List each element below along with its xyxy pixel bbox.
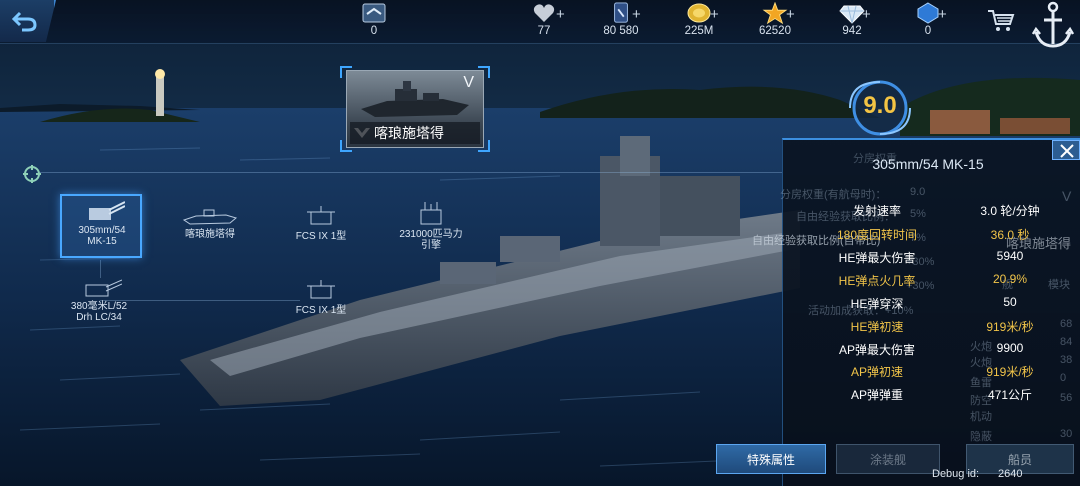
ghost-side-label: 隐蔽 <box>970 431 992 443</box>
fire-control-icon <box>307 280 335 299</box>
ghost-weight-value: 9.0 <box>910 186 926 198</box>
fire-control-icon <box>307 206 335 225</box>
close-icon <box>1060 144 1074 158</box>
stat-value: 20.9% <box>992 272 1028 286</box>
panel-title: 305mm/54 MK-15 <box>872 156 984 172</box>
card-value: 80 580 <box>603 25 639 37</box>
star-value: 62520 <box>759 25 791 37</box>
close-panel-button[interactable] <box>1052 140 1080 160</box>
stat-label: AP弹初速 <box>850 365 903 379</box>
rank-badge-icon <box>362 3 386 23</box>
module-fcs-top[interactable]: FCS IX 1型 <box>286 204 356 242</box>
module-label: 380毫米L/52 Drh LC/34 <box>70 301 128 323</box>
heart-plus-icon[interactable]: + <box>556 6 565 23</box>
module-label: 305mm/54 MK-15 <box>78 225 126 247</box>
module-label: 喀琅施塔得 <box>185 229 235 240</box>
module-label: 231000匹马力 引擎 <box>399 229 463 251</box>
module-gun-305[interactable]: 305mm/54 MK-15 <box>60 194 142 258</box>
stat-value: 919米/秒 <box>986 365 1034 379</box>
anchor-icon <box>1031 1 1075 48</box>
ship-score: 9.0 <box>842 78 918 138</box>
gem-plus-icon[interactable]: + <box>938 6 947 23</box>
module-label: FCS IX 1型 <box>295 231 347 242</box>
stat-label: 发射速率 <box>852 204 901 218</box>
rank-stat: 0 <box>352 2 396 42</box>
coin-value: 225M <box>684 25 714 37</box>
stat-value: 50 <box>1003 295 1017 309</box>
shop-cart-button[interactable] <box>986 8 1016 39</box>
star-plus-icon[interactable]: + <box>786 6 795 23</box>
crosshair-icon[interactable] <box>22 164 42 184</box>
stat-row: HE弹初速 919米/秒 <box>782 318 1080 340</box>
gem-value: 0 <box>924 25 932 37</box>
tab-paint[interactable]: 涂装舰 <box>836 444 940 474</box>
stat-row: AP弹弹重 471公斤 <box>782 386 1080 408</box>
stat-value: 471公斤 <box>987 388 1033 402</box>
port-anchor-button[interactable] <box>1030 0 1076 57</box>
gem-icon <box>917 2 939 24</box>
star-icon <box>762 2 788 24</box>
stat-value: 9900 <box>996 341 1024 355</box>
module-fcs-bottom[interactable]: FCS IX 1型 <box>286 278 356 316</box>
debug-label: Debug id: <box>932 468 980 480</box>
ghost-side-label: 机动 <box>970 411 992 423</box>
module-hull[interactable]: 喀琅施塔得 <box>178 206 242 240</box>
tab-special-attributes[interactable]: 特殊属性 <box>716 444 826 474</box>
heart-value: 77 <box>537 25 551 37</box>
coin-plus-icon[interactable]: + <box>710 6 719 23</box>
module-gun-380[interactable]: 380毫米L/52 Drh LC/34 <box>62 276 136 323</box>
stat-label: HE弹初速 <box>850 320 904 334</box>
stat-value: 919米/秒 <box>986 320 1034 334</box>
stat-value: 5940 <box>996 249 1024 263</box>
stat-row: HE弹最大伤害 5940 <box>782 249 1080 271</box>
score-value: 9.0 <box>863 92 897 119</box>
stat-value: 3.0 轮/分钟 <box>980 204 1040 218</box>
ship-tier: V <box>463 74 474 91</box>
stat-row: AP弹初速 919米/秒 <box>782 363 1080 385</box>
ghost-weight-label: 分房权重(有航母时)： <box>780 189 887 201</box>
stat-row: HE弹穿深 50 <box>782 295 1080 317</box>
stat-label: 180度回转时间 <box>836 228 918 242</box>
stat-label: AP弹弹重 <box>850 388 903 402</box>
stat-label: HE弹点火几率 <box>838 274 916 288</box>
rank-value: 0 <box>370 25 378 37</box>
diamond-plus-icon[interactable]: + <box>862 6 871 23</box>
card-icon <box>614 2 628 23</box>
heart-icon <box>533 4 555 22</box>
module-label: FCS IX 1型 <box>295 305 347 316</box>
ghost-side-num: 30 <box>1060 428 1073 440</box>
coin-icon <box>687 3 711 23</box>
stat-row: AP弹最大伤害 9900 <box>782 341 1080 363</box>
ship-name: 喀琅施塔得 <box>350 122 480 144</box>
tree-divider <box>40 172 782 173</box>
stat-row: 180度回转时间 36.0 秒 <box>782 226 1080 248</box>
diamond-value: 942 <box>842 25 862 37</box>
ship-card[interactable]: V 喀琅施塔得 <box>340 66 490 152</box>
module-engine[interactable]: 231000匹马力 引擎 <box>392 200 470 251</box>
stat-row: HE弹点火几率 20.9% <box>782 272 1080 294</box>
stat-row: 发射速率 3.0 轮/分钟 <box>782 202 1080 224</box>
stat-label: AP弹最大伤害 <box>838 343 915 357</box>
hull-icon <box>182 209 238 225</box>
stat-label: HE弹穿深 <box>850 297 904 311</box>
turret-icon <box>85 279 123 297</box>
stat-value: 36.0 秒 <box>990 228 1030 242</box>
back-button[interactable] <box>0 0 56 42</box>
back-arrow-icon <box>12 11 37 32</box>
cart-icon <box>988 10 1015 31</box>
turret-icon <box>89 201 126 220</box>
top-bar: 0 77 + 80 580 + 225M + 62520 + 942 + 0 + <box>0 0 1080 48</box>
stat-label: HE弹最大伤害 <box>838 251 916 265</box>
card-plus-icon[interactable]: + <box>632 6 641 23</box>
debug-id: 2640 <box>998 468 1023 480</box>
engine-icon <box>420 202 442 225</box>
